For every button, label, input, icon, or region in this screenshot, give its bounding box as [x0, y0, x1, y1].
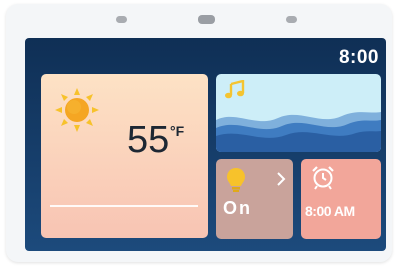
sun-icon: [53, 86, 101, 139]
temperature-value: 55: [127, 119, 170, 161]
left-sensor: [116, 16, 127, 23]
weather-card[interactable]: 55 °F: [41, 74, 208, 238]
alarm-clock-icon: [310, 164, 336, 195]
temperature-unit: °F: [170, 123, 185, 139]
right-sensor: [286, 16, 297, 23]
light-status: On: [223, 198, 252, 218]
camera: [198, 15, 215, 24]
clock: 8:00: [338, 47, 379, 68]
light-card[interactable]: On: [216, 159, 293, 239]
music-note-icon: [224, 79, 246, 105]
smart-display-device: 8:00 55 °F On 8:00 AM: [6, 4, 392, 262]
chevron-right-icon[interactable]: [276, 172, 286, 191]
divider: [50, 205, 198, 207]
lightbulb-icon: [226, 167, 246, 198]
alarm-time: 8:00 AM: [305, 203, 355, 219]
home-screen: 8:00 55 °F On 8:00 AM: [25, 38, 386, 251]
alarm-card[interactable]: 8:00 AM: [301, 159, 381, 239]
music-card[interactable]: [216, 74, 381, 152]
